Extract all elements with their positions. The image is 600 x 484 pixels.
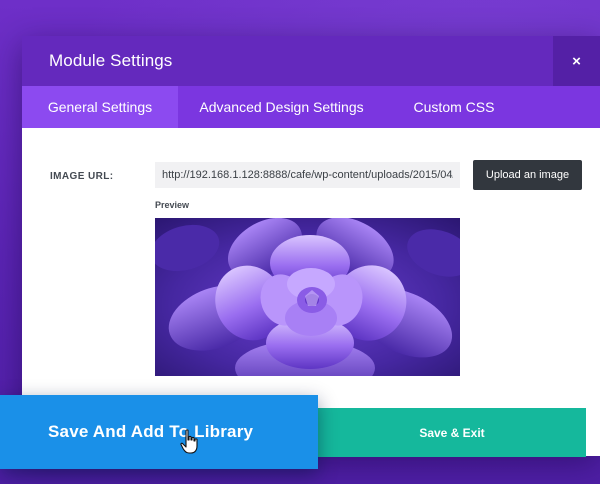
modal-title: Module Settings xyxy=(49,51,173,70)
tab-label: General Settings xyxy=(47,99,153,115)
image-url-input[interactable] xyxy=(155,162,460,188)
preview-label: Preview xyxy=(155,200,190,210)
tab-label: Advanced Design Settings xyxy=(199,99,364,115)
tab-general-settings[interactable]: General Settings xyxy=(22,86,178,128)
save-and-add-to-library-button[interactable]: Save And Add To Library xyxy=(0,395,318,469)
upload-image-button[interactable]: Upload an image xyxy=(473,160,582,190)
settings-tabs: General Settings Advanced Design Setting… xyxy=(22,86,600,128)
image-url-label: IMAGE URL: xyxy=(50,171,114,182)
close-button[interactable]: × xyxy=(553,36,600,86)
hand-pointer-cursor-icon xyxy=(180,429,198,454)
tab-custom-css[interactable]: Custom CSS xyxy=(385,86,523,128)
image-preview xyxy=(155,218,460,376)
save-and-exit-button[interactable]: Save & Exit xyxy=(318,408,586,457)
tab-advanced-design-settings[interactable]: Advanced Design Settings xyxy=(178,86,385,128)
close-icon: × xyxy=(572,52,581,70)
module-settings-modal: Module Settings × General Settings Advan… xyxy=(22,36,600,456)
modal-header: Module Settings × xyxy=(22,36,600,86)
succulent-preview-image xyxy=(155,218,460,376)
tab-label: Custom CSS xyxy=(413,99,495,115)
